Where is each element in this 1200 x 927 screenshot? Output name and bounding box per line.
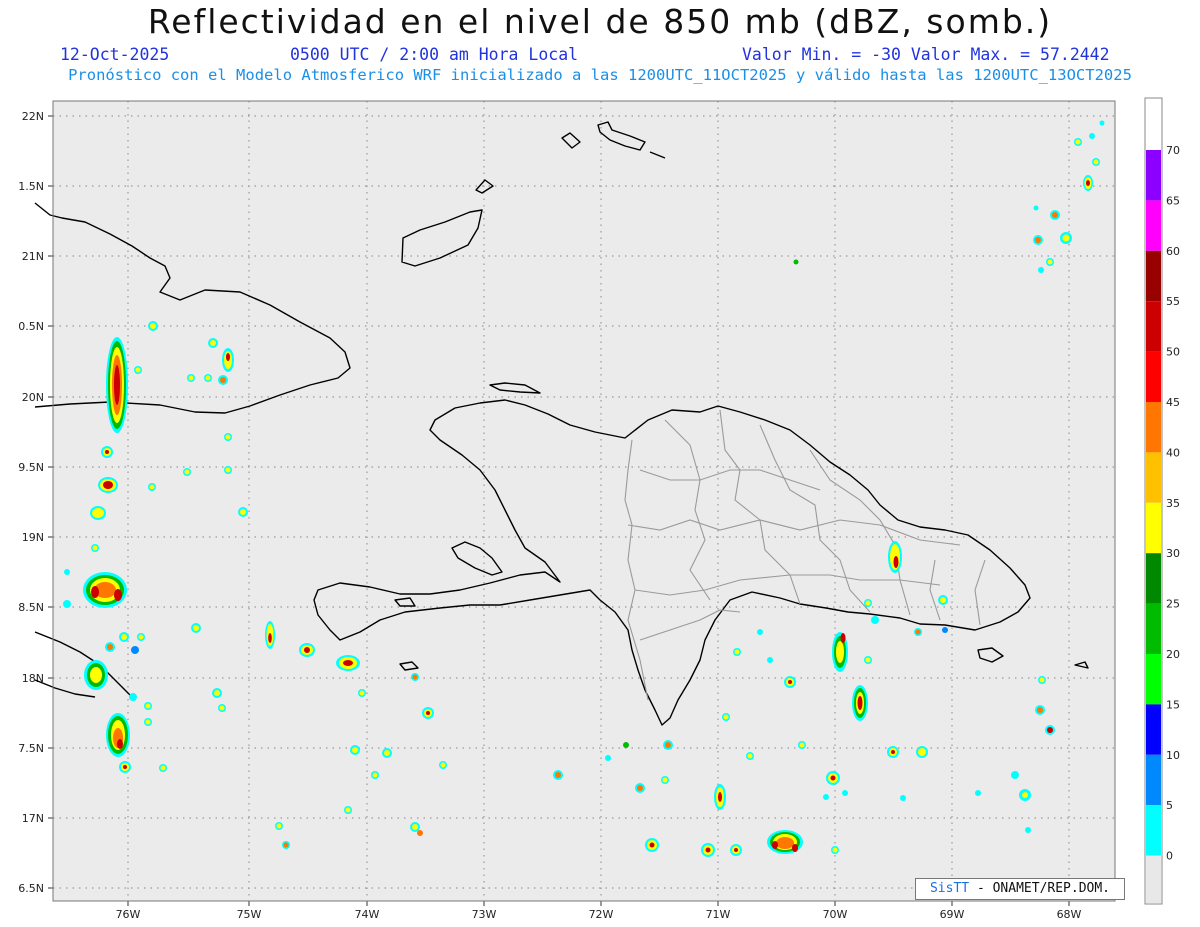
colorbar-swatch — [1146, 250, 1161, 302]
credit-org: - ONAMET/REP.DOM. — [969, 881, 1111, 896]
colorbar-label: 10 — [1166, 749, 1180, 762]
lat-label: 22N — [22, 110, 44, 123]
colorbar-label: 35 — [1166, 497, 1180, 510]
colorbar-swatch — [1146, 603, 1161, 654]
lon-label: 76W — [116, 908, 141, 921]
lon-label: 74W — [355, 908, 380, 921]
colorbar-swatch — [1146, 654, 1161, 705]
lat-label: 9.5N — [18, 461, 44, 474]
colorbar-label: 0 — [1166, 850, 1173, 863]
colorbar: 7065605550454035302520151050 — [1144, 97, 1180, 905]
reflectivity-map: 22N 1.5N 21N 0.5N 20N 9.5N 19N 8.5N 18N … — [18, 97, 1180, 921]
lat-label: 17N — [22, 812, 44, 825]
echo-cell — [106, 337, 128, 433]
colorbar-label: 45 — [1166, 396, 1180, 409]
colorbar-label: 55 — [1166, 295, 1180, 308]
echo-cell — [767, 830, 803, 854]
colorbar-swatch — [1146, 754, 1161, 806]
colorbar-swatch — [1146, 855, 1161, 903]
colorbar-swatch — [1146, 452, 1161, 503]
echo-cell — [714, 784, 726, 810]
colorbar-swatch — [1146, 502, 1161, 554]
colorbar-swatch — [1146, 351, 1161, 402]
echo-cell — [84, 660, 108, 690]
lat-label: 0.5N — [18, 320, 44, 333]
lon-label: 72W — [589, 908, 614, 921]
colorbar-swatch — [1146, 200, 1161, 251]
colorbar-label: 70 — [1166, 144, 1180, 157]
colorbar-swatch — [1146, 805, 1161, 856]
colorbar-label: 50 — [1166, 346, 1180, 359]
colorbar-label: 15 — [1166, 698, 1180, 711]
colorbar-label: 60 — [1166, 245, 1180, 258]
lon-label: 69W — [940, 908, 965, 921]
colorbar-label: 5 — [1166, 799, 1173, 812]
lat-label: 20N — [22, 391, 44, 404]
echo-cell — [265, 621, 275, 649]
colorbar-label: 65 — [1166, 194, 1180, 207]
echo-cell — [888, 541, 902, 573]
colorbar-swatch — [1146, 704, 1161, 755]
lon-label: 73W — [472, 908, 497, 921]
echo-cell — [336, 655, 360, 671]
echo-cell — [222, 348, 234, 372]
echo-cell — [90, 506, 106, 520]
credit-box: SisTT - ONAMET/REP.DOM. — [915, 878, 1125, 900]
colorbar-swatch — [1146, 301, 1161, 352]
lon-label: 71W — [706, 908, 731, 921]
echo-cell — [83, 572, 127, 608]
lat-label: 8.5N — [18, 601, 44, 614]
colorbar-label: 30 — [1166, 547, 1180, 560]
lat-label: 1.5N — [18, 180, 44, 193]
echo-cell — [1083, 175, 1093, 191]
lat-label: 19N — [22, 531, 44, 544]
colorbar-label: 25 — [1166, 598, 1180, 611]
lon-label: 70W — [823, 908, 848, 921]
echo-cell — [299, 643, 315, 657]
lon-label: 68W — [1057, 908, 1082, 921]
colorbar-swatch — [1146, 150, 1161, 201]
colorbar-label: 40 — [1166, 446, 1180, 459]
plot-area — [53, 101, 1115, 901]
colorbar-label: 20 — [1166, 648, 1180, 661]
lat-label: 18N — [22, 672, 44, 685]
colorbar-swatch — [1146, 402, 1161, 453]
echo-cell — [106, 713, 130, 757]
lat-label: 7.5N — [18, 742, 44, 755]
lat-label: 21N — [22, 250, 44, 263]
lat-label: 6.5N — [18, 882, 44, 895]
colorbar-swatch — [1146, 553, 1161, 604]
echo-cell — [832, 632, 848, 672]
echo-cell — [98, 477, 118, 493]
echo-cell — [852, 685, 868, 721]
lon-label: 75W — [237, 908, 262, 921]
sistt-logo-text: SisTT — [929, 881, 970, 896]
